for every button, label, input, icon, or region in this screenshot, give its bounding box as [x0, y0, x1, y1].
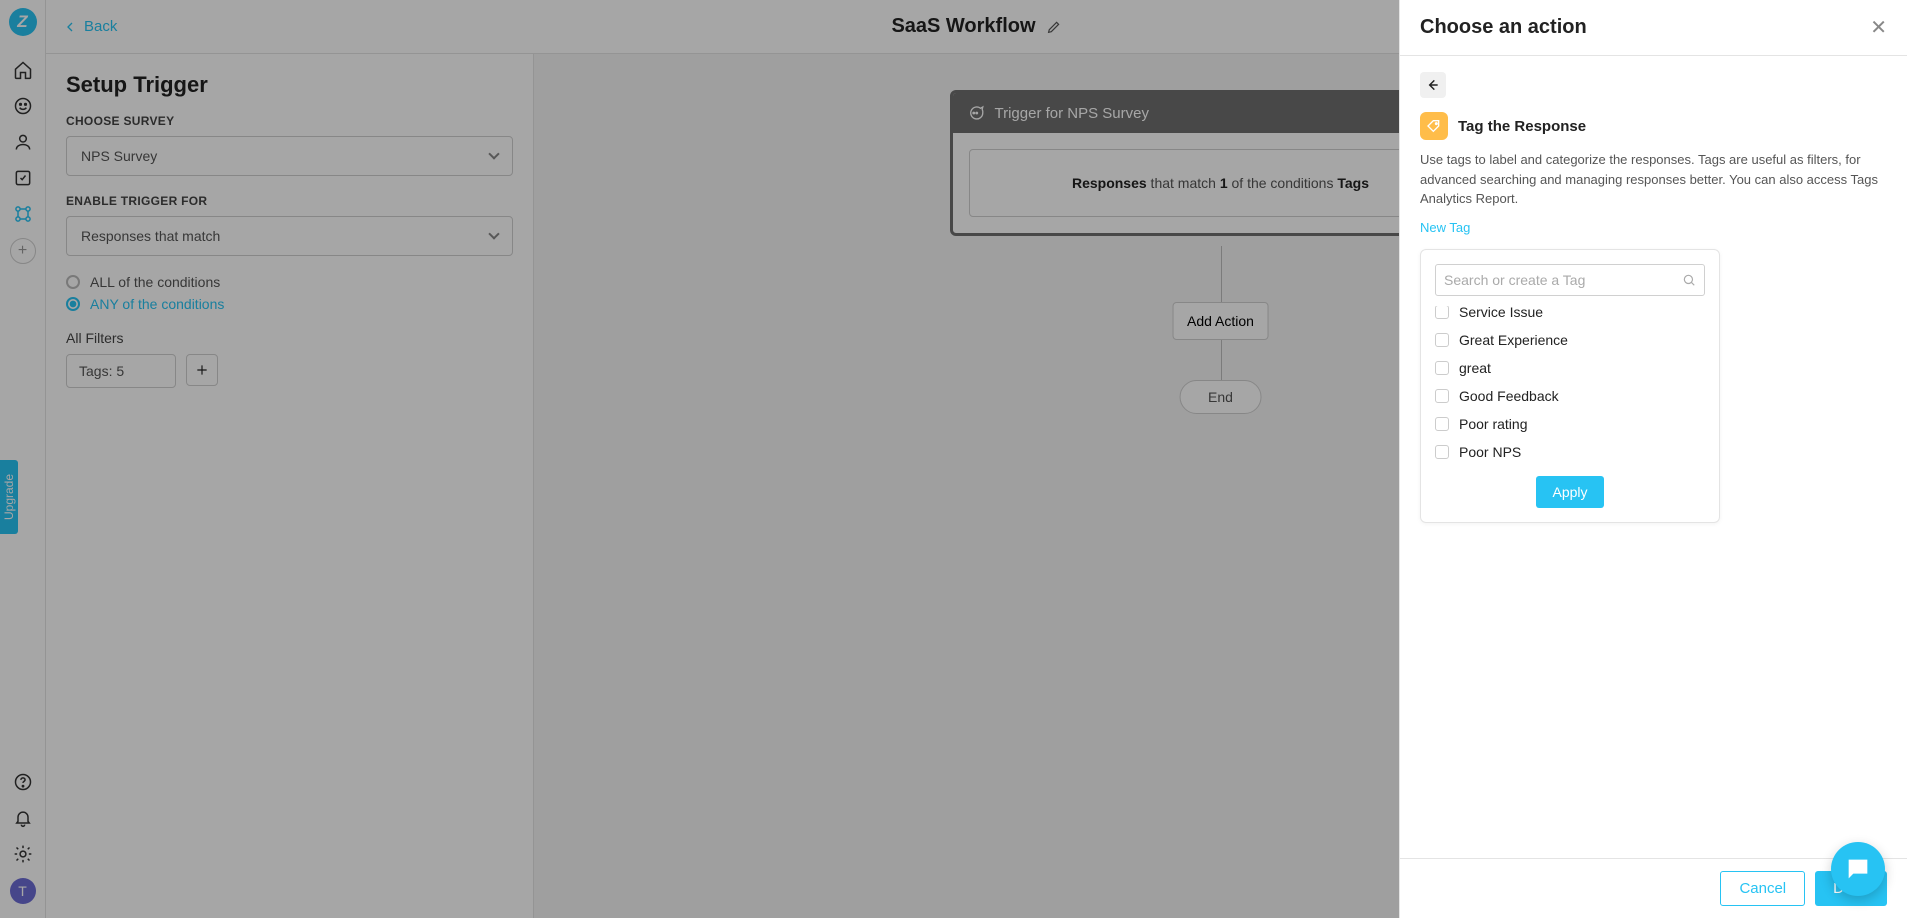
add-icon[interactable]: +	[10, 238, 36, 264]
apply-button[interactable]: Apply	[1536, 476, 1603, 508]
tag-label: Poor rating	[1459, 416, 1527, 432]
filter-chip-tags[interactable]: Tags: 5	[66, 354, 176, 388]
checkbox-icon	[1435, 389, 1449, 403]
survey-select[interactable]: NPS Survey	[66, 136, 513, 176]
edit-icon[interactable]	[1046, 19, 1062, 35]
chevron-down-icon	[488, 228, 499, 239]
action-title: Tag the Response	[1458, 118, 1586, 135]
tag-list[interactable]: Service Issue Great Experience great Good F…	[1435, 306, 1705, 470]
choose-survey-label: CHOOSE SURVEY	[66, 114, 513, 128]
settings-icon[interactable]	[11, 842, 35, 866]
radio-all-conditions[interactable]: ALL of the conditions	[66, 274, 513, 290]
end-node: End	[1179, 380, 1262, 414]
plus-icon	[195, 363, 209, 377]
tag-label: Service Issue	[1459, 306, 1543, 320]
connector-line	[1221, 340, 1222, 380]
tasks-icon[interactable]	[11, 166, 35, 190]
setup-heading: Setup Trigger	[66, 72, 513, 98]
notifications-icon[interactable]	[11, 806, 35, 830]
tag-option[interactable]: Poor rating	[1435, 410, 1705, 438]
search-icon	[1682, 273, 1696, 287]
chat-bubble-icon	[1844, 855, 1872, 883]
enable-trigger-label: ENABLE TRIGGER FOR	[66, 194, 513, 208]
trigger-select[interactable]: Responses that match	[66, 216, 513, 256]
checkbox-icon	[1435, 306, 1449, 319]
all-filters-label: All Filters	[66, 330, 513, 346]
back-button[interactable]: Back	[62, 18, 117, 35]
connector-line	[1221, 246, 1222, 302]
tag-label: Great Experience	[1459, 332, 1568, 348]
tag-option[interactable]: great	[1435, 354, 1705, 382]
tag-action-icon	[1420, 112, 1448, 140]
checkbox-icon	[1435, 333, 1449, 347]
app-logo[interactable]: Z	[9, 8, 37, 36]
page-title: SaaS Workflow	[891, 15, 1035, 38]
radio-any-label: ANY of the conditions	[90, 296, 224, 312]
upgrade-tab[interactable]: Upgrade	[0, 460, 18, 534]
close-icon[interactable]: ✕	[1870, 15, 1887, 40]
setup-trigger-panel: Setup Trigger CHOOSE SURVEY NPS Survey E…	[46, 54, 534, 918]
tag-picker: Search or create a Tag Service Issue Grea…	[1420, 249, 1720, 523]
action-description: Use tags to label and categorize the res…	[1420, 150, 1887, 209]
new-tag-link[interactable]: New Tag	[1420, 220, 1470, 235]
tag-option[interactable]: Great Experience	[1435, 326, 1705, 354]
arrow-left-icon	[1425, 77, 1441, 93]
back-label: Back	[84, 18, 117, 35]
tag-option[interactable]: Good Rating	[1435, 466, 1705, 470]
radio-dot-icon	[66, 297, 80, 311]
tag-search-input[interactable]: Search or create a Tag	[1435, 264, 1705, 296]
choose-action-panel: Choose an action ✕ Tag the Response Use …	[1399, 0, 1907, 918]
tag-search-placeholder: Search or create a Tag	[1444, 272, 1585, 288]
tag-option[interactable]: Service Issue	[1435, 306, 1705, 326]
panel-back-button[interactable]	[1420, 72, 1446, 98]
workflow-icon[interactable]	[11, 202, 35, 226]
trigger-card-title: Trigger for NPS Survey	[995, 105, 1150, 122]
add-filter-button[interactable]	[186, 354, 218, 386]
tag-label: Poor NPS	[1459, 444, 1521, 460]
cancel-button[interactable]: Cancel	[1720, 871, 1805, 906]
tag-label: Good Feedback	[1459, 388, 1559, 404]
add-action-button[interactable]: Add Action	[1172, 302, 1269, 340]
panel-title: Choose an action	[1420, 16, 1587, 39]
survey-value: NPS Survey	[81, 148, 157, 164]
intercom-launcher[interactable]	[1831, 842, 1885, 896]
radio-all-label: ALL of the conditions	[90, 274, 220, 290]
help-icon[interactable]	[11, 770, 35, 794]
home-icon[interactable]	[11, 58, 35, 82]
radio-any-conditions[interactable]: ANY of the conditions	[66, 296, 513, 312]
user-avatar[interactable]: T	[10, 878, 36, 904]
chevron-down-icon	[488, 148, 499, 159]
tag-label: great	[1459, 360, 1491, 376]
radio-dot-icon	[66, 275, 80, 289]
arrow-left-icon	[62, 19, 78, 35]
survey-icon[interactable]	[11, 94, 35, 118]
checkbox-icon	[1435, 417, 1449, 431]
chat-icon	[967, 104, 985, 122]
checkbox-icon	[1435, 445, 1449, 459]
trigger-card-condition: Responses that match 1 of the conditions…	[969, 149, 1473, 217]
tag-option[interactable]: Poor NPS	[1435, 438, 1705, 466]
trigger-value: Responses that match	[81, 228, 220, 244]
contacts-icon[interactable]	[11, 130, 35, 154]
tag-option[interactable]: Good Feedback	[1435, 382, 1705, 410]
checkbox-icon	[1435, 361, 1449, 375]
